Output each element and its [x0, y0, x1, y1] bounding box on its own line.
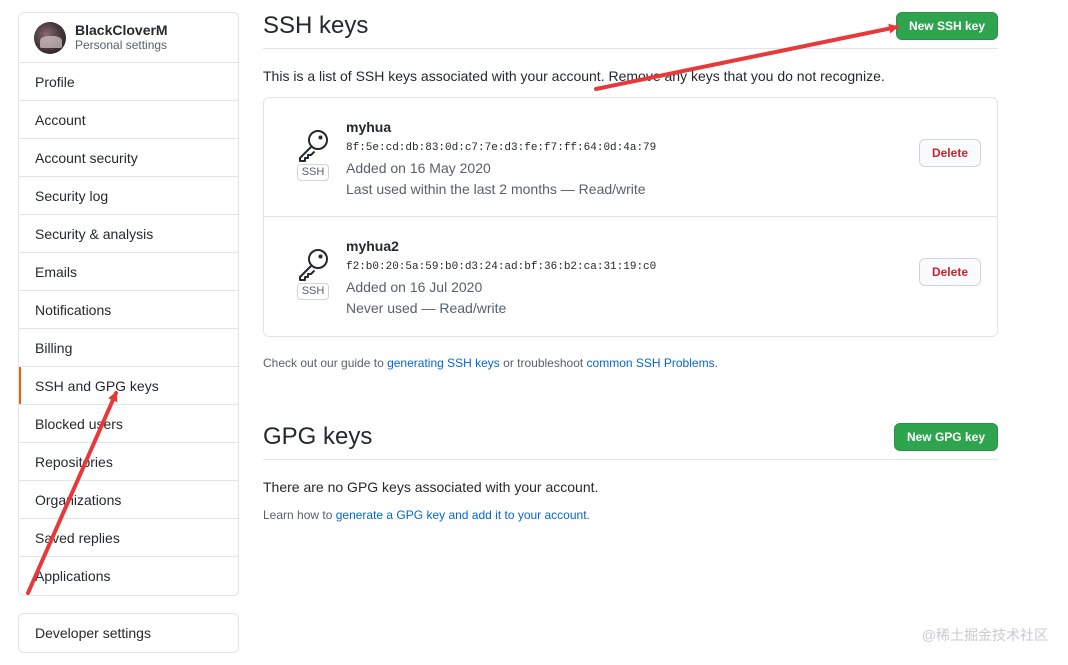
delete-ssh-key-button[interactable]: Delete [918, 258, 981, 286]
main-content: SSH keys New SSH key This is a list of S… [263, 12, 998, 522]
sidebar-item-repositories[interactable]: Repositories [19, 443, 238, 481]
sidebar-item-billing[interactable]: Billing [19, 329, 238, 367]
sidebar-item-security-analysis[interactable]: Security & analysis [19, 215, 238, 253]
key-badge: SSH [296, 128, 330, 181]
settings-menu: BlackCloverM Personal settings Profile A… [18, 12, 239, 596]
generate-gpg-key-link[interactable]: generate a GPG key and add it to your ac… [336, 508, 587, 522]
common-ssh-problems-link[interactable]: common SSH Problems [587, 356, 715, 370]
sidebar-item-emails[interactable]: Emails [19, 253, 238, 291]
ssh-key-added-date: Added on 16 May 2020 [346, 160, 491, 176]
gpg-section: GPG keys New GPG key There are no GPG ke… [263, 423, 998, 522]
sidebar-item-developer-settings[interactable]: Developer settings [19, 614, 238, 652]
user-subtitle: Personal settings [75, 38, 168, 52]
new-gpg-key-button[interactable]: New GPG key [893, 423, 998, 451]
profile-text: BlackCloverM Personal settings [75, 22, 168, 53]
sidebar-item-blocked-users[interactable]: Blocked users [19, 405, 238, 443]
gpg-section-title: GPG keys [263, 423, 373, 450]
ssh-type-label: SSH [296, 164, 330, 181]
help-suffix: . [714, 356, 718, 370]
watermark: @稀土掘金技术社区 [921, 627, 1048, 643]
sidebar-item-account[interactable]: Account [19, 101, 238, 139]
user-name: BlackCloverM [75, 22, 168, 38]
new-ssh-key-button[interactable]: New SSH key [895, 12, 998, 40]
ssh-help-text: Check out our guide to generating SSH ke… [263, 356, 998, 370]
key-badge: SSH [296, 247, 330, 300]
ssh-key-row: SSH myhua 8f:5e:cd:db:83:0d:c7:7e:d3:fe:… [264, 98, 997, 217]
profile-header[interactable]: BlackCloverM Personal settings [19, 13, 238, 63]
generating-ssh-keys-link[interactable]: generating SSH keys [387, 356, 500, 370]
key-icon [299, 249, 328, 281]
ssh-key-info: myhua2 f2:b0:20:5a:59:b0:d3:24:ad:bf:36:… [346, 237, 656, 318]
gpg-section-header: GPG keys New GPG key [263, 423, 998, 460]
help-prefix: Check out our guide to [263, 356, 388, 370]
sidebar-item-applications[interactable]: Applications [19, 557, 238, 595]
ssh-key-added-date: Added on 16 Jul 2020 [346, 279, 483, 295]
ssh-section-title: SSH keys [263, 12, 369, 39]
sidebar-item-security-log[interactable]: Security log [19, 177, 238, 215]
sidebar-item-saved-replies[interactable]: Saved replies [19, 519, 238, 557]
avatar [34, 21, 66, 54]
sidebar-item-organizations[interactable]: Organizations [19, 481, 238, 519]
sidebar-item-ssh-gpg-keys[interactable]: SSH and GPG keys [19, 367, 238, 405]
developer-menu: Developer settings [18, 613, 239, 653]
ssh-key-row: SSH myhua2 f2:b0:20:5a:59:b0:d3:24:ad:bf… [264, 217, 997, 336]
sidebar-item-account-security[interactable]: Account security [19, 139, 238, 177]
ssh-key-fingerprint: f2:b0:20:5a:59:b0:d3:24:ad:bf:36:b2:ca:3… [346, 261, 657, 273]
ssh-intro-text: This is a list of SSH keys associated wi… [263, 68, 885, 84]
ssh-key-fingerprint: 8f:5e:cd:db:83:0d:c7:7e:d3:fe:f7:ff:64:0… [346, 142, 657, 154]
ssh-key-last-used: Never used — Read/write [346, 300, 507, 316]
gpg-empty-text: There are no GPG keys associated with yo… [263, 479, 599, 495]
ssh-key-title: myhua2 [346, 238, 399, 254]
ssh-section-header: SSH keys New SSH key [263, 12, 998, 49]
learn-prefix: Learn how to [263, 508, 336, 522]
sidebar-item-notifications[interactable]: Notifications [19, 291, 238, 329]
ssh-key-last-used: Last used within the last 2 months — Rea… [346, 181, 646, 197]
learn-suffix: . [586, 508, 590, 522]
help-middle: or troubleshoot [499, 356, 587, 370]
gpg-learn-text: Learn how to generate a GPG key and add … [263, 508, 998, 522]
ssh-key-list: SSH myhua 8f:5e:cd:db:83:0d:c7:7e:d3:fe:… [263, 97, 998, 337]
delete-ssh-key-button[interactable]: Delete [918, 139, 981, 167]
ssh-type-label: SSH [296, 283, 330, 300]
sidebar-item-profile[interactable]: Profile [19, 63, 238, 101]
key-icon [299, 130, 328, 162]
ssh-key-title: myhua [346, 119, 392, 135]
settings-sidebar: BlackCloverM Personal settings Profile A… [18, 12, 239, 653]
ssh-key-info: myhua 8f:5e:cd:db:83:0d:c7:7e:d3:fe:f7:f… [346, 118, 656, 199]
